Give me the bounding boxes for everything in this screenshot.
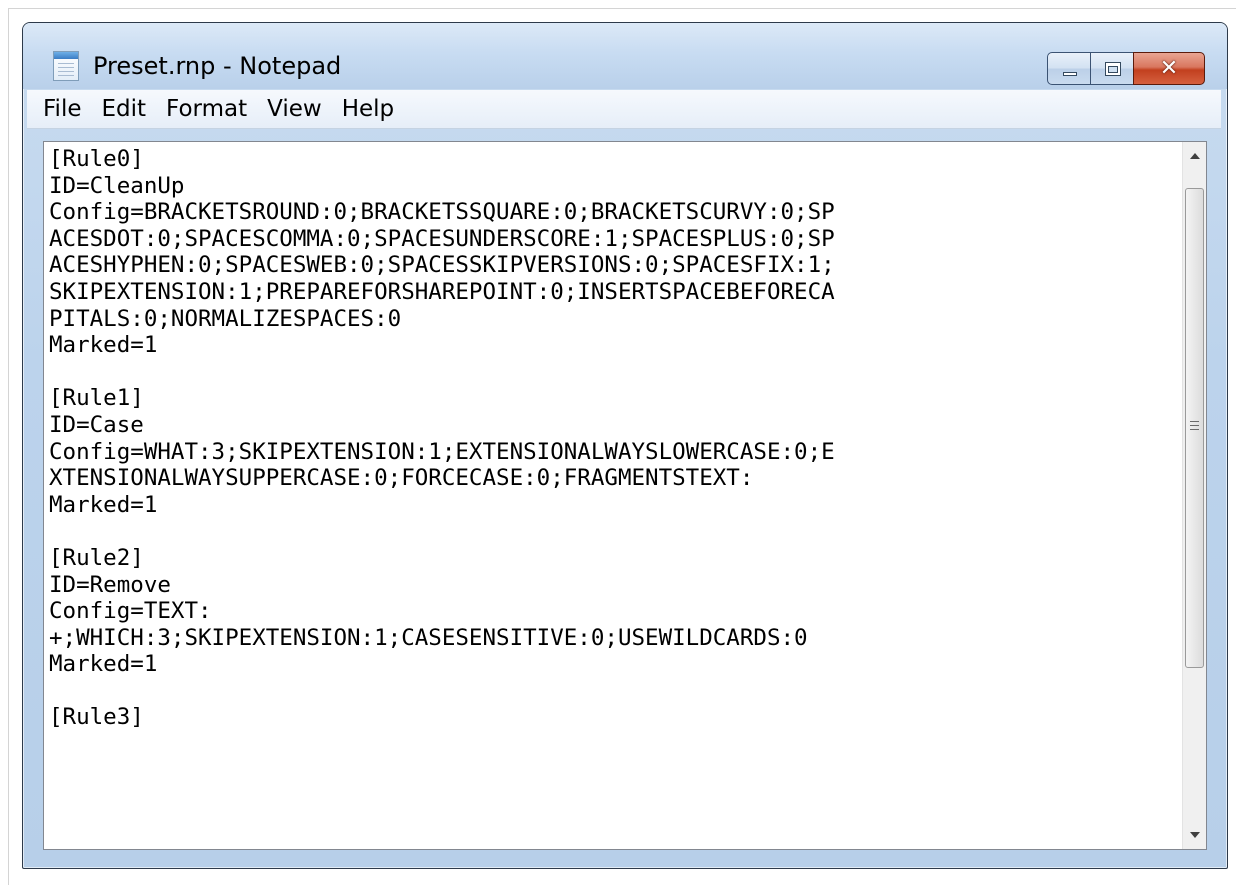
editor-line: PITALS:0;NORMALIZESPACES:0	[49, 305, 402, 332]
scroll-down-button[interactable]	[1183, 823, 1206, 847]
editor-line: Config=TEXT:	[49, 598, 212, 625]
minimize-button[interactable]	[1047, 52, 1091, 85]
editor-line: [Rule0]	[49, 146, 144, 172]
editor-line: ID=CleanUp	[49, 172, 185, 199]
editor-line: XTENSIONALWAYSUPPERCASE:0;FORCECASE:0;FR…	[49, 465, 754, 492]
text-editor[interactable]: [Rule0] ID=CleanUp Config=BRACKETSROUND:…	[44, 142, 1182, 849]
editor-line: +;WHICH:3;SKIPEXTENSION:1;CASESENSITIVE:…	[49, 624, 808, 651]
editor-line: Config=BRACKETSROUND:0;BRACKETSSQUARE:0;…	[49, 199, 835, 226]
scroll-thumb[interactable]	[1185, 188, 1204, 668]
editor-line: [Rule1]	[49, 385, 144, 412]
menu-format[interactable]: Format	[156, 90, 257, 128]
menu-file[interactable]: File	[27, 90, 92, 128]
minimize-icon	[1063, 72, 1077, 76]
notepad-window: Preset.rnp - Notepad ✕ File Edit Format …	[22, 22, 1228, 869]
menu-edit[interactable]: Edit	[92, 90, 157, 128]
editor-line: Marked=1	[49, 332, 158, 359]
editor-line: Config=WHAT:3;SKIPEXTENSION:1;EXTENSIONA…	[49, 438, 835, 465]
editor-line: ACESHYPHEN:0;SPACESWEB:0;SPACESSKIPVERSI…	[49, 252, 835, 279]
caption-buttons: ✕	[1047, 52, 1205, 85]
editor-line: Marked=1	[49, 491, 158, 518]
close-button[interactable]: ✕	[1133, 52, 1205, 85]
editor-line: ID=Case	[49, 411, 144, 438]
window-title: Preset.rnp - Notepad	[93, 52, 342, 80]
scroll-down-arrow-icon	[1189, 832, 1200, 838]
close-icon: ✕	[1159, 56, 1179, 81]
editor-line: [Rule2]	[49, 544, 144, 571]
editor-area: [Rule0] ID=CleanUp Config=BRACKETSROUND:…	[43, 141, 1207, 850]
maximize-button[interactable]	[1090, 52, 1134, 85]
maximize-icon	[1105, 62, 1121, 76]
menu-bar: File Edit Format View Help	[27, 90, 1221, 129]
editor-line: ID=Remove	[49, 571, 171, 598]
scroll-up-button[interactable]	[1183, 144, 1206, 168]
notepad-icon[interactable]	[53, 51, 79, 81]
editor-line: [Rule3]	[49, 704, 144, 731]
menu-help[interactable]: Help	[332, 90, 404, 128]
title-bar[interactable]: Preset.rnp - Notepad ✕	[23, 23, 1227, 89]
editor-line: Marked=1	[49, 651, 158, 678]
editor-line: SKIPEXTENSION:1;PREPAREFORSHAREPOINT:0;I…	[49, 278, 835, 305]
vertical-scrollbar[interactable]	[1182, 142, 1206, 849]
menu-view[interactable]: View	[257, 90, 332, 128]
scroll-up-arrow-icon	[1189, 153, 1200, 159]
scroll-grip-icon	[1190, 421, 1199, 430]
editor-line: ACESDOT:0;SPACESCOMMA:0;SPACESUNDERSCORE…	[49, 225, 835, 252]
